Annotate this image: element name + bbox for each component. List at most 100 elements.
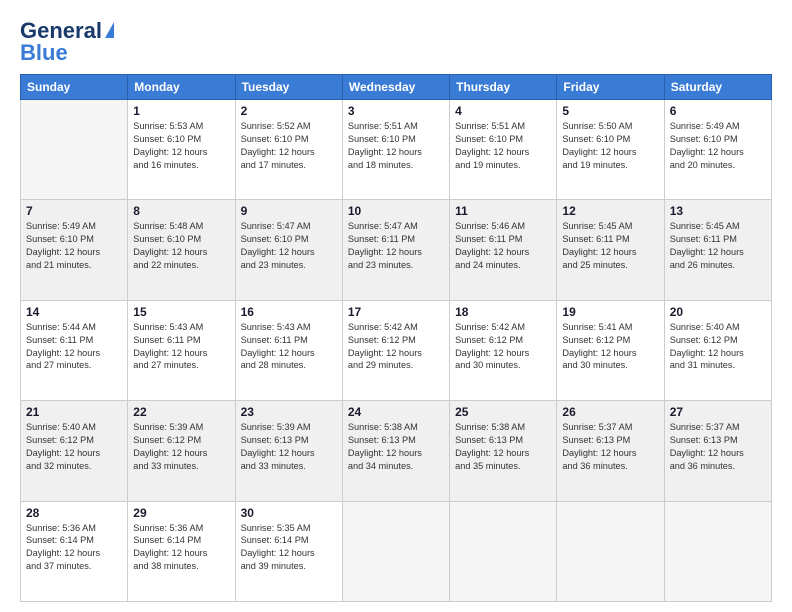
day-number: 22 <box>133 405 229 419</box>
day-info: Sunrise: 5:43 AM Sunset: 6:11 PM Dayligh… <box>241 321 337 373</box>
day-info: Sunrise: 5:36 AM Sunset: 6:14 PM Dayligh… <box>133 522 229 574</box>
day-number: 23 <box>241 405 337 419</box>
calendar-cell: 19Sunrise: 5:41 AM Sunset: 6:12 PM Dayli… <box>557 300 664 400</box>
calendar-cell <box>450 501 557 601</box>
calendar-header-tuesday: Tuesday <box>235 75 342 100</box>
day-info: Sunrise: 5:36 AM Sunset: 6:14 PM Dayligh… <box>26 522 122 574</box>
calendar-cell: 4 Sunrise: 5:51 AM Sunset: 6:10 PM Daylig… <box>450 100 557 200</box>
calendar-cell: 22 Sunrise: 5:39 AM Sunset: 6:12 PM Dayli… <box>128 401 235 501</box>
day-number: 8 <box>133 204 229 218</box>
day-number: 13 <box>670 204 766 218</box>
calendar-cell: 26 Sunrise: 5:37 AM Sunset: 6:13 PM Dayli… <box>557 401 664 501</box>
day-info: Sunrise: 5:38 AM Sunset: 6:13 PM Dayligh… <box>348 421 444 473</box>
day-number: 2 <box>241 104 337 118</box>
calendar-week-row: 21Sunrise: 5:40 AM Sunset: 6:12 PM Dayli… <box>21 401 772 501</box>
calendar-cell: 28 Sunrise: 5:36 AM Sunset: 6:14 PM Dayli… <box>21 501 128 601</box>
day-info: Sunrise: 5:48 AM Sunset: 6:10 PM Dayligh… <box>133 220 229 272</box>
calendar-cell: 12Sunrise: 5:45 AM Sunset: 6:11 PM Dayli… <box>557 200 664 300</box>
calendar-cell: 14 Sunrise: 5:44 AM Sunset: 6:11 PM Dayli… <box>21 300 128 400</box>
calendar-header-thursday: Thursday <box>450 75 557 100</box>
day-info: Sunrise: 5:40 AM Sunset: 6:12 PM Dayligh… <box>670 321 766 373</box>
day-number: 26 <box>562 405 658 419</box>
logo-triangle-icon <box>105 22 114 38</box>
calendar-cell: 5Sunrise: 5:50 AM Sunset: 6:10 PM Daylig… <box>557 100 664 200</box>
day-number: 21 <box>26 405 122 419</box>
day-number: 12 <box>562 204 658 218</box>
day-info: Sunrise: 5:35 AM Sunset: 6:14 PM Dayligh… <box>241 522 337 574</box>
calendar-cell: 25 Sunrise: 5:38 AM Sunset: 6:13 PM Dayli… <box>450 401 557 501</box>
calendar-cell: 13 Sunrise: 5:45 AM Sunset: 6:11 PM Dayli… <box>664 200 771 300</box>
day-number: 10 <box>348 204 444 218</box>
day-number: 30 <box>241 506 337 520</box>
day-info: Sunrise: 5:44 AM Sunset: 6:11 PM Dayligh… <box>26 321 122 373</box>
calendar-cell: 20Sunrise: 5:40 AM Sunset: 6:12 PM Dayli… <box>664 300 771 400</box>
day-info: Sunrise: 5:37 AM Sunset: 6:13 PM Dayligh… <box>670 421 766 473</box>
calendar-cell: 10 Sunrise: 5:47 AM Sunset: 6:11 PM Dayli… <box>342 200 449 300</box>
calendar-cell: 8 Sunrise: 5:48 AM Sunset: 6:10 PM Daylig… <box>128 200 235 300</box>
day-number: 28 <box>26 506 122 520</box>
calendar-cell: 18 Sunrise: 5:42 AM Sunset: 6:12 PM Dayli… <box>450 300 557 400</box>
day-info: Sunrise: 5:49 AM Sunset: 6:10 PM Dayligh… <box>670 120 766 172</box>
calendar-cell: 9 Sunrise: 5:47 AM Sunset: 6:10 PM Daylig… <box>235 200 342 300</box>
day-info: Sunrise: 5:43 AM Sunset: 6:11 PM Dayligh… <box>133 321 229 373</box>
day-info: Sunrise: 5:47 AM Sunset: 6:11 PM Dayligh… <box>348 220 444 272</box>
calendar-week-row: 1Sunrise: 5:53 AM Sunset: 6:10 PM Daylig… <box>21 100 772 200</box>
day-info: Sunrise: 5:42 AM Sunset: 6:12 PM Dayligh… <box>348 321 444 373</box>
day-number: 27 <box>670 405 766 419</box>
calendar-cell: 16 Sunrise: 5:43 AM Sunset: 6:11 PM Dayli… <box>235 300 342 400</box>
day-number: 25 <box>455 405 551 419</box>
day-info: Sunrise: 5:51 AM Sunset: 6:10 PM Dayligh… <box>455 120 551 172</box>
day-info: Sunrise: 5:38 AM Sunset: 6:13 PM Dayligh… <box>455 421 551 473</box>
calendar-cell <box>557 501 664 601</box>
day-number: 17 <box>348 305 444 319</box>
day-number: 7 <box>26 204 122 218</box>
header: General Blue <box>20 18 772 66</box>
day-info: Sunrise: 5:42 AM Sunset: 6:12 PM Dayligh… <box>455 321 551 373</box>
calendar-cell: 21Sunrise: 5:40 AM Sunset: 6:12 PM Dayli… <box>21 401 128 501</box>
calendar-cell: 27 Sunrise: 5:37 AM Sunset: 6:13 PM Dayli… <box>664 401 771 501</box>
calendar-header-friday: Friday <box>557 75 664 100</box>
calendar-cell <box>664 501 771 601</box>
calendar-week-row: 14 Sunrise: 5:44 AM Sunset: 6:11 PM Dayli… <box>21 300 772 400</box>
calendar-table: SundayMondayTuesdayWednesdayThursdayFrid… <box>20 74 772 602</box>
calendar-week-row: 7 Sunrise: 5:49 AM Sunset: 6:10 PM Daylig… <box>21 200 772 300</box>
day-number: 11 <box>455 204 551 218</box>
day-info: Sunrise: 5:52 AM Sunset: 6:10 PM Dayligh… <box>241 120 337 172</box>
calendar-cell <box>342 501 449 601</box>
calendar-cell: 6 Sunrise: 5:49 AM Sunset: 6:10 PM Daylig… <box>664 100 771 200</box>
day-number: 29 <box>133 506 229 520</box>
day-info: Sunrise: 5:47 AM Sunset: 6:10 PM Dayligh… <box>241 220 337 272</box>
day-number: 9 <box>241 204 337 218</box>
calendar-header-sunday: Sunday <box>21 75 128 100</box>
calendar-cell: 2 Sunrise: 5:52 AM Sunset: 6:10 PM Daylig… <box>235 100 342 200</box>
calendar-cell: 23Sunrise: 5:39 AM Sunset: 6:13 PM Dayli… <box>235 401 342 501</box>
day-number: 3 <box>348 104 444 118</box>
calendar-header-row: SundayMondayTuesdayWednesdayThursdayFrid… <box>21 75 772 100</box>
calendar-cell: 3Sunrise: 5:51 AM Sunset: 6:10 PM Daylig… <box>342 100 449 200</box>
day-info: Sunrise: 5:49 AM Sunset: 6:10 PM Dayligh… <box>26 220 122 272</box>
calendar-cell: 29 Sunrise: 5:36 AM Sunset: 6:14 PM Dayli… <box>128 501 235 601</box>
day-number: 14 <box>26 305 122 319</box>
calendar-cell: 24Sunrise: 5:38 AM Sunset: 6:13 PM Dayli… <box>342 401 449 501</box>
calendar-cell: 30 Sunrise: 5:35 AM Sunset: 6:14 PM Dayli… <box>235 501 342 601</box>
day-info: Sunrise: 5:46 AM Sunset: 6:11 PM Dayligh… <box>455 220 551 272</box>
day-info: Sunrise: 5:50 AM Sunset: 6:10 PM Dayligh… <box>562 120 658 172</box>
day-number: 6 <box>670 104 766 118</box>
calendar-header-wednesday: Wednesday <box>342 75 449 100</box>
day-info: Sunrise: 5:41 AM Sunset: 6:12 PM Dayligh… <box>562 321 658 373</box>
day-number: 16 <box>241 305 337 319</box>
day-info: Sunrise: 5:39 AM Sunset: 6:12 PM Dayligh… <box>133 421 229 473</box>
calendar-cell <box>21 100 128 200</box>
calendar-header-monday: Monday <box>128 75 235 100</box>
day-number: 4 <box>455 104 551 118</box>
day-number: 1 <box>133 104 229 118</box>
day-number: 18 <box>455 305 551 319</box>
logo-blue: Blue <box>20 40 68 66</box>
calendar-cell: 15 Sunrise: 5:43 AM Sunset: 6:11 PM Dayli… <box>128 300 235 400</box>
day-info: Sunrise: 5:45 AM Sunset: 6:11 PM Dayligh… <box>670 220 766 272</box>
logo: General Blue <box>20 18 114 66</box>
page: General Blue SundayMondayTuesdayWednesda… <box>0 0 792 612</box>
calendar-week-row: 28 Sunrise: 5:36 AM Sunset: 6:14 PM Dayli… <box>21 501 772 601</box>
day-info: Sunrise: 5:37 AM Sunset: 6:13 PM Dayligh… <box>562 421 658 473</box>
day-number: 15 <box>133 305 229 319</box>
